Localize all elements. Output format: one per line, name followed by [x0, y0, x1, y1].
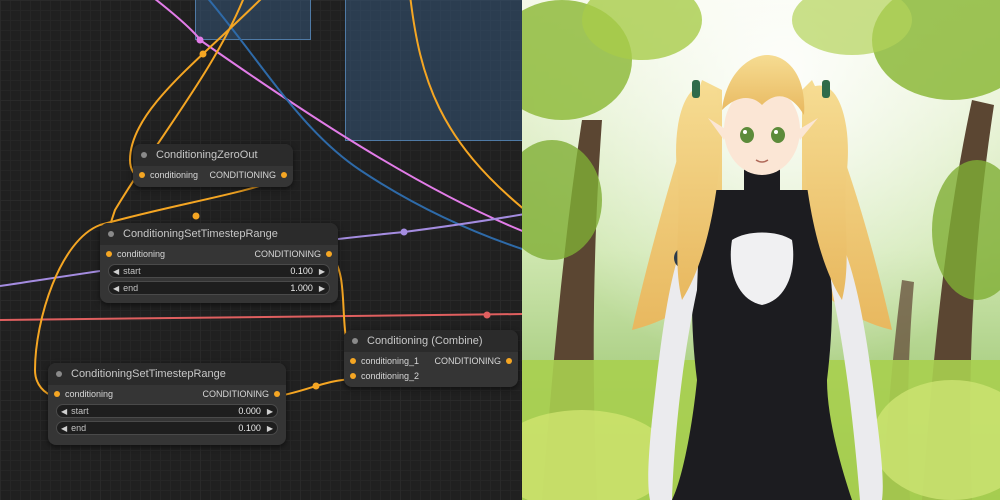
node-slot-row: conditioning_2 — [344, 367, 518, 382]
node-conditioning-set-timestep-range-bottom[interactable]: ConditioningSetTimestepRange conditionin… — [48, 363, 286, 445]
node-graph-canvas[interactable]: ConditioningZeroOut conditioning CONDITI… — [0, 0, 522, 500]
output-slot-conditioning[interactable]: CONDITIONING — [434, 356, 512, 366]
node-title: Conditioning (Combine) — [367, 335, 483, 347]
end-number-widget[interactable]: ◀ end 1.000 ▶ — [108, 281, 330, 295]
node-collapse-dot[interactable] — [352, 338, 358, 344]
input-slot-dot[interactable] — [106, 251, 112, 257]
right-triangle-icon[interactable]: ▶ — [319, 284, 325, 293]
start-number-widget[interactable]: ◀ start 0.100 ▶ — [108, 264, 330, 278]
input-slot-label: conditioning — [117, 249, 166, 259]
wire-reroute-dot[interactable] — [312, 382, 320, 390]
output-slot-dot[interactable] — [506, 358, 512, 364]
output-slot-dot[interactable] — [326, 251, 332, 257]
output-slot-conditioning[interactable]: CONDITIONING — [202, 389, 280, 399]
input-slot-conditioning[interactable]: conditioning — [106, 249, 165, 259]
widget-label: start — [123, 266, 141, 276]
node-collapse-dot[interactable] — [141, 152, 147, 158]
wire-reroute-dot[interactable] — [483, 311, 491, 319]
node-slot-row: conditioning CONDITIONING — [133, 166, 293, 183]
node-slot-row: conditioning CONDITIONING — [48, 385, 286, 402]
right-triangle-icon[interactable]: ▶ — [267, 424, 273, 433]
node-conditioning-combine[interactable]: Conditioning (Combine) conditioning_1 CO… — [344, 330, 518, 387]
widget-value[interactable]: 0.100 — [290, 266, 313, 276]
node-conditioning-zero-out[interactable]: ConditioningZeroOut conditioning CONDITI… — [133, 144, 293, 187]
output-slot-dot[interactable] — [281, 172, 287, 178]
widget-label: end — [123, 283, 139, 293]
node-slot-row: conditioning_1 CONDITIONING — [344, 352, 518, 367]
node-title: ConditioningZeroOut — [156, 149, 258, 161]
output-slot-label: CONDITIONING — [434, 356, 502, 366]
wire-reroute-dot[interactable] — [400, 228, 408, 236]
output-slot-conditioning[interactable]: CONDITIONING — [254, 249, 332, 259]
node-title-bar[interactable]: ConditioningSetTimestepRange — [48, 363, 286, 385]
output-slot-label: CONDITIONING — [202, 389, 270, 399]
red-wire[interactable] — [0, 313, 522, 321]
left-triangle-icon[interactable]: ◀ — [61, 407, 67, 416]
start-number-widget[interactable]: ◀ start 0.000 ▶ — [56, 404, 278, 418]
widget-label: start — [71, 406, 89, 416]
right-triangle-icon[interactable]: ▶ — [319, 267, 325, 276]
generated-image-preview — [522, 0, 1000, 500]
widget-value[interactable]: 0.000 — [238, 406, 261, 416]
output-slot-conditioning[interactable]: CONDITIONING — [209, 170, 287, 180]
input-slot-label: conditioning — [150, 170, 199, 180]
widget-label: end — [71, 423, 87, 433]
input-slot-conditioning[interactable]: conditioning — [139, 170, 198, 180]
left-triangle-icon[interactable]: ◀ — [113, 284, 119, 293]
group-box-left[interactable] — [195, 0, 311, 40]
left-triangle-icon[interactable]: ◀ — [61, 424, 67, 433]
group-box-right[interactable] — [345, 0, 522, 141]
input-slot-dot[interactable] — [139, 172, 145, 178]
input-slot-conditioning-2[interactable]: conditioning_2 — [350, 371, 419, 381]
node-title: ConditioningSetTimestepRange — [71, 368, 226, 380]
output-slot-label: CONDITIONING — [254, 249, 322, 259]
input-slot-conditioning-1[interactable]: conditioning_1 — [350, 356, 419, 366]
input-slot-label: conditioning_2 — [361, 371, 420, 381]
node-collapse-dot[interactable] — [56, 371, 62, 377]
node-title-bar[interactable]: ConditioningSetTimestepRange — [100, 223, 338, 245]
wire-reroute-dot[interactable] — [199, 50, 207, 58]
end-number-widget[interactable]: ◀ end 0.100 ▶ — [56, 421, 278, 435]
right-triangle-icon[interactable]: ▶ — [267, 407, 273, 416]
node-title-bar[interactable]: ConditioningZeroOut — [133, 144, 293, 166]
input-slot-conditioning[interactable]: conditioning — [54, 389, 113, 399]
output-slot-dot[interactable] — [274, 391, 280, 397]
orange-wire-to-combine-2[interactable] — [278, 378, 355, 397]
node-title: ConditioningSetTimestepRange — [123, 228, 278, 240]
input-slot-dot[interactable] — [350, 373, 356, 379]
image-preview-panel — [522, 0, 1000, 500]
input-slot-dot[interactable] — [350, 358, 356, 364]
input-slot-dot[interactable] — [54, 391, 60, 397]
input-slot-label: conditioning_1 — [361, 356, 420, 366]
node-slot-row: conditioning CONDITIONING — [100, 245, 338, 262]
widget-value[interactable]: 1.000 — [290, 283, 313, 293]
widget-value[interactable]: 0.100 — [238, 423, 261, 433]
left-triangle-icon[interactable]: ◀ — [113, 267, 119, 276]
node-collapse-dot[interactable] — [108, 231, 114, 237]
output-slot-label: CONDITIONING — [209, 170, 277, 180]
node-title-bar[interactable]: Conditioning (Combine) — [344, 330, 518, 352]
input-slot-label: conditioning — [65, 389, 114, 399]
node-conditioning-set-timestep-range-top[interactable]: ConditioningSetTimestepRange conditionin… — [100, 223, 338, 303]
wire-reroute-dot[interactable] — [192, 212, 200, 220]
